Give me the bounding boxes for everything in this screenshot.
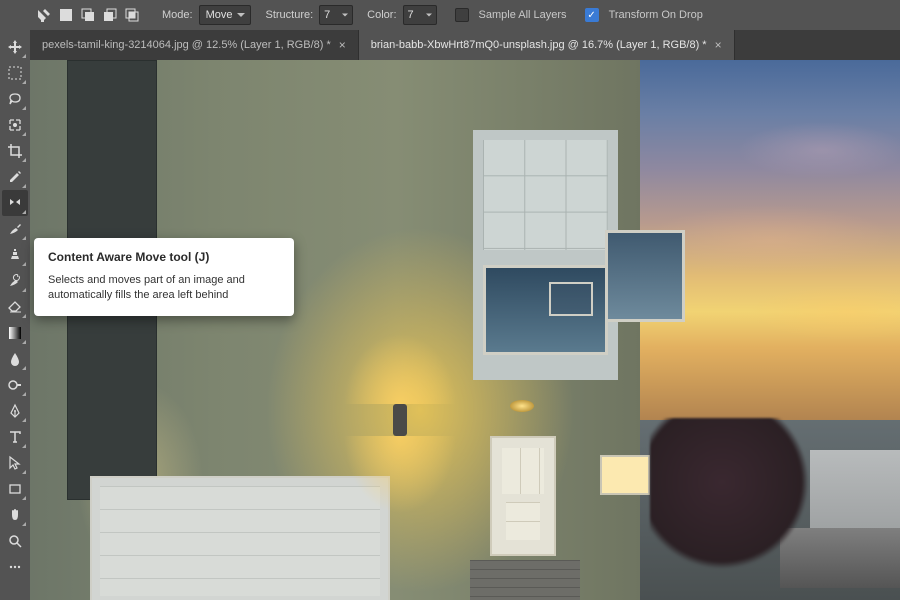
rectangle-tool[interactable] bbox=[2, 476, 28, 502]
sample-all-layers-label: Sample All Layers bbox=[479, 9, 567, 21]
close-icon[interactable]: × bbox=[339, 38, 346, 52]
content-aware-move-tool[interactable] bbox=[2, 190, 28, 216]
new-selection-icon[interactable] bbox=[58, 7, 74, 23]
subtract-from-selection-icon[interactable] bbox=[102, 7, 118, 23]
tooltip-title: Content Aware Move tool (J) bbox=[48, 250, 280, 264]
quick-selection-tool[interactable] bbox=[2, 112, 28, 138]
tab-label: brian-babb-XbwHrt87mQ0-unsplash.jpg @ 16… bbox=[371, 39, 707, 51]
options-bar: Mode: Move Structure: 7 Color: 7 Sample … bbox=[0, 0, 900, 30]
history-brush-tool[interactable] bbox=[2, 268, 28, 294]
transform-on-drop-label: Transform On Drop bbox=[609, 9, 703, 21]
brush-tool[interactable] bbox=[2, 216, 28, 242]
eraser-tool[interactable] bbox=[2, 294, 28, 320]
zoom-tool[interactable] bbox=[2, 528, 28, 554]
structure-label: Structure: bbox=[265, 9, 313, 21]
add-to-selection-icon[interactable] bbox=[80, 7, 96, 23]
tool-tooltip: Content Aware Move tool (J) Selects and … bbox=[34, 238, 294, 316]
front-door bbox=[490, 436, 556, 556]
transform-on-drop-checkbox[interactable] bbox=[585, 8, 599, 22]
canvas-area[interactable] bbox=[30, 60, 900, 600]
document-tab-bar: pexels-tamil-king-3214064.jpg @ 12.5% (L… bbox=[30, 30, 900, 60]
front-steps bbox=[470, 560, 580, 600]
tooltip-body: Selects and moves part of an image and a… bbox=[48, 273, 280, 304]
toolbox bbox=[0, 30, 30, 600]
dodge-tool[interactable] bbox=[2, 372, 28, 398]
document-canvas[interactable] bbox=[30, 60, 900, 600]
color-field[interactable]: 7 bbox=[403, 5, 437, 25]
selection-mode-group bbox=[58, 7, 140, 23]
pen-tool[interactable] bbox=[2, 398, 28, 424]
close-icon[interactable]: × bbox=[715, 38, 722, 52]
move-tool[interactable] bbox=[2, 34, 28, 60]
color-value: 7 bbox=[408, 9, 414, 21]
color-label: Color: bbox=[367, 9, 396, 21]
tree bbox=[650, 418, 830, 578]
blur-tool[interactable] bbox=[2, 346, 28, 372]
gradient-tool[interactable] bbox=[2, 320, 28, 346]
type-tool[interactable] bbox=[2, 424, 28, 450]
small-window bbox=[600, 455, 650, 495]
tab-label: pexels-tamil-king-3214064.jpg @ 12.5% (L… bbox=[42, 39, 331, 51]
intersect-selection-icon[interactable] bbox=[124, 7, 140, 23]
eyedropper-tool[interactable] bbox=[2, 164, 28, 190]
structure-value: 7 bbox=[324, 9, 330, 21]
bay-window-box bbox=[473, 130, 618, 380]
document-tab[interactable]: pexels-tamil-king-3214064.jpg @ 12.5% (L… bbox=[30, 30, 359, 60]
hand-tool[interactable] bbox=[2, 502, 28, 528]
bay-window bbox=[483, 265, 608, 355]
wall-sconce bbox=[393, 404, 407, 436]
mode-value: Move bbox=[206, 9, 233, 21]
edit-toolbar[interactable] bbox=[2, 554, 28, 580]
lasso-tool[interactable] bbox=[2, 86, 28, 112]
marquee-tool[interactable] bbox=[2, 60, 28, 86]
sample-all-layers-checkbox[interactable] bbox=[455, 8, 469, 22]
clone-stamp-tool[interactable] bbox=[2, 242, 28, 268]
mode-label: Mode: bbox=[162, 9, 193, 21]
structure-field[interactable]: 7 bbox=[319, 5, 353, 25]
upper-window bbox=[605, 230, 685, 322]
porch-light bbox=[510, 400, 534, 412]
crop-tool[interactable] bbox=[2, 138, 28, 164]
tool-preset-picker[interactable] bbox=[36, 7, 52, 23]
path-selection-tool[interactable] bbox=[2, 450, 28, 476]
document-tab[interactable]: brian-babb-XbwHrt87mQ0-unsplash.jpg @ 16… bbox=[359, 30, 735, 60]
mode-dropdown[interactable]: Move bbox=[199, 5, 252, 25]
